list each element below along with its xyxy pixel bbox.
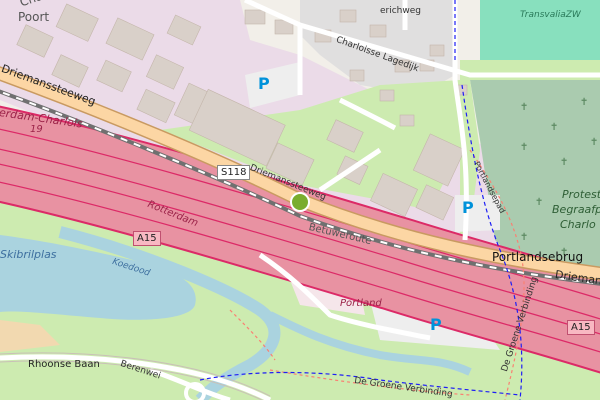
- label-highway-number: 19: [30, 124, 43, 135]
- shield-a15-west: A15: [133, 231, 161, 246]
- svg-text:✝: ✝: [520, 142, 528, 153]
- sports-field: [480, 0, 600, 60]
- label-protestants-3: Charlo: [560, 218, 596, 231]
- label-poort: Poort: [18, 10, 50, 24]
- svg-text:✝: ✝: [520, 102, 528, 113]
- label-transvalia: TransvaliaZW: [520, 10, 581, 20]
- label-skibrilplas: Skibrilplas: [0, 248, 57, 261]
- shield-s118: S118: [217, 165, 251, 180]
- svg-text:✝: ✝: [535, 197, 543, 208]
- svg-text:✝: ✝: [550, 122, 558, 133]
- map-canvas[interactable]: ✝✝✝ ✝✝✝ ✝✝✝ P P P S118 A15 A15 Charloiss…: [0, 0, 600, 400]
- parking-icon-north[interactable]: P: [258, 74, 270, 93]
- label-protestants-1: Protesta: [562, 188, 600, 201]
- label-erichweg: erichweg: [380, 6, 422, 16]
- label-rhoonse-baan: Rhoonse Baan: [28, 359, 100, 370]
- label-portland: Portland: [340, 298, 382, 309]
- parking-icon-portland[interactable]: P: [430, 315, 442, 334]
- svg-text:✝: ✝: [580, 97, 588, 108]
- label-portlandsebrug: Portlandsebrug: [492, 250, 584, 264]
- svg-text:✝: ✝: [560, 157, 568, 168]
- parking-icon-east[interactable]: P: [462, 198, 474, 217]
- svg-text:✝: ✝: [520, 232, 528, 243]
- shield-a15-east: A15: [567, 320, 595, 335]
- label-protestants-2: Begraafp: [552, 203, 600, 216]
- svg-text:✝: ✝: [590, 137, 598, 148]
